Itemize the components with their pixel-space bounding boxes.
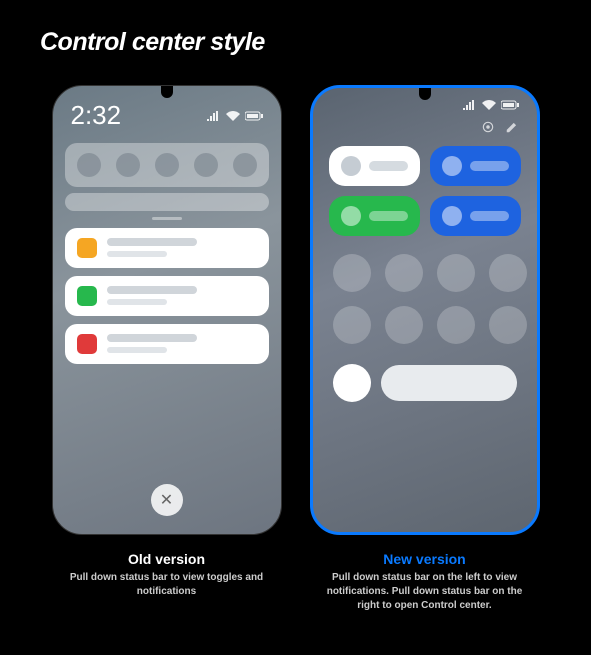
close-icon: ✕ (160, 490, 173, 510)
slider-knob[interactable] (333, 364, 371, 402)
notification-card[interactable] (65, 228, 269, 268)
tile-icon (442, 206, 462, 226)
battery-icon (501, 100, 519, 110)
toggle-circle[interactable] (233, 153, 257, 177)
tile-icon (442, 156, 462, 176)
toggle-button[interactable] (489, 306, 527, 344)
notification-card[interactable] (65, 324, 269, 364)
quick-toggle-row[interactable] (65, 143, 269, 187)
notification-card[interactable] (65, 276, 269, 316)
toggle-circle[interactable] (194, 153, 218, 177)
toggle-circle[interactable] (155, 153, 179, 177)
signal-icon (463, 100, 477, 110)
phone-notch (161, 86, 173, 98)
toggle-button[interactable] (333, 306, 371, 344)
app-icon (77, 238, 97, 258)
caption-title: Old version (52, 551, 282, 567)
brightness-slider[interactable] (381, 365, 517, 401)
brightness-slider[interactable] (65, 193, 269, 211)
tile-label (470, 211, 509, 221)
toggle-button[interactable] (489, 254, 527, 292)
edit-row (313, 116, 537, 138)
drag-handle[interactable] (152, 217, 182, 220)
captions-row: Old version Pull down status bar to view… (0, 551, 591, 613)
notification-text (107, 238, 257, 258)
wifi-icon (482, 100, 496, 110)
page-title: Control center style (0, 0, 591, 57)
caption-desc: Pull down status bar on the left to view… (310, 571, 540, 613)
phone-new-version (310, 85, 540, 535)
status-icons (207, 111, 263, 121)
signal-icon (207, 111, 221, 121)
toggle-button[interactable] (385, 306, 423, 344)
close-button[interactable]: ✕ (151, 484, 183, 516)
toggle-circle[interactable] (116, 153, 140, 177)
control-tile[interactable] (329, 146, 420, 186)
settings-icon[interactable] (481, 120, 495, 134)
toggle-button[interactable] (437, 306, 475, 344)
app-icon (77, 286, 97, 306)
tile-label (369, 211, 408, 221)
phone-comparison: 2:32 (0, 85, 591, 535)
tile-label (470, 161, 509, 171)
notification-text (107, 334, 257, 354)
caption-desc: Pull down status bar to view toggles and… (52, 571, 282, 599)
control-tile-grid (313, 138, 537, 244)
phone-old-version: 2:32 (52, 85, 282, 535)
control-tile[interactable] (430, 146, 521, 186)
toggle-button[interactable] (333, 254, 371, 292)
caption-title: New version (310, 551, 540, 567)
battery-icon (245, 111, 263, 121)
caption-old: Old version Pull down status bar to view… (52, 551, 282, 613)
wifi-icon (226, 111, 240, 121)
clock-text: 2:32 (71, 100, 122, 131)
tile-icon (341, 156, 361, 176)
control-tile[interactable] (329, 196, 420, 236)
toggle-button[interactable] (385, 254, 423, 292)
notification-text (107, 286, 257, 306)
app-icon (77, 334, 97, 354)
toggle-grid (313, 244, 537, 354)
toggle-button[interactable] (437, 254, 475, 292)
control-tile[interactable] (430, 196, 521, 236)
tile-label (369, 161, 408, 171)
caption-new: New version Pull down status bar on the … (310, 551, 540, 613)
edit-icon[interactable] (505, 120, 519, 134)
tile-icon (341, 206, 361, 226)
status-icons (463, 100, 519, 110)
phone-notch (419, 88, 431, 100)
brightness-row (313, 354, 537, 412)
toggle-circle[interactable] (77, 153, 101, 177)
